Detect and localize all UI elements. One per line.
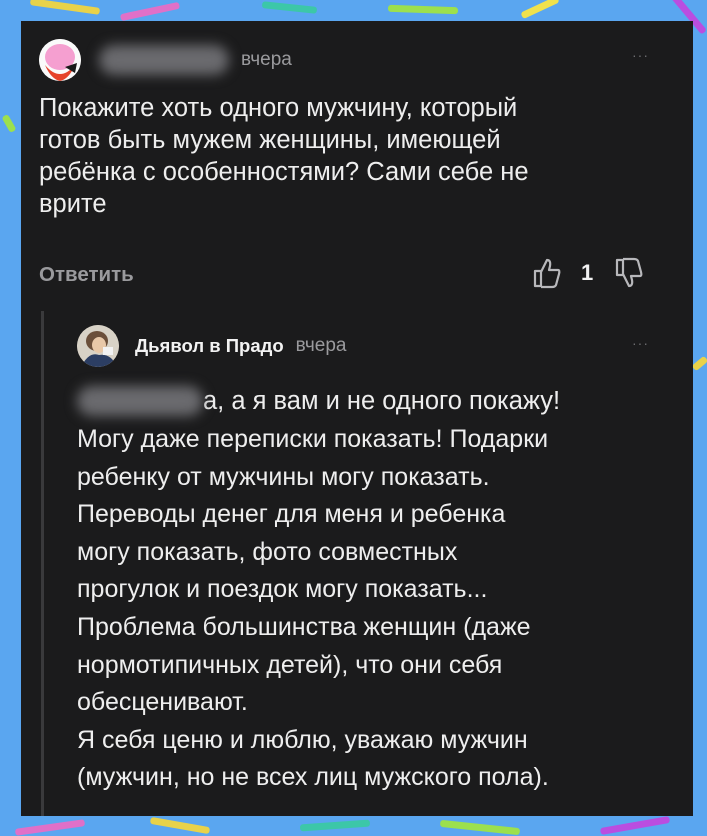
comment-thread-card: вчера ··· Покажите хоть одного мужчину, … — [21, 21, 693, 816]
avatar-image-icon — [39, 39, 81, 81]
thumb-up-icon[interactable] — [529, 256, 563, 290]
reply-author-name[interactable]: Дьявол в Прадо — [135, 335, 284, 357]
reply-button[interactable]: Ответить — [39, 263, 134, 287]
hidden-addressee-name — [77, 386, 203, 416]
comment-time: вчера — [241, 49, 292, 70]
thumb-down-icon[interactable] — [611, 256, 645, 290]
avatar[interactable] — [39, 39, 81, 81]
more-dots-icon[interactable]: ··· — [632, 47, 649, 63]
hidden-author-name — [99, 45, 229, 75]
more-dots-icon[interactable]: ··· — [632, 335, 649, 351]
reply-avatar-image-icon — [77, 325, 119, 367]
thread-indent-line — [41, 311, 44, 816]
reply-text: Могу даже переписки показать! Подарки ре… — [77, 425, 549, 792]
rating-count: 1 — [581, 260, 594, 285]
reply-time: вчера — [295, 335, 347, 356]
comment-text: Покажите хоть одного мужчину, который го… — [39, 94, 529, 218]
reply-avatar[interactable] — [77, 325, 119, 367]
reply-first-line: а, а я вам и не одного покажу! — [203, 386, 561, 415]
